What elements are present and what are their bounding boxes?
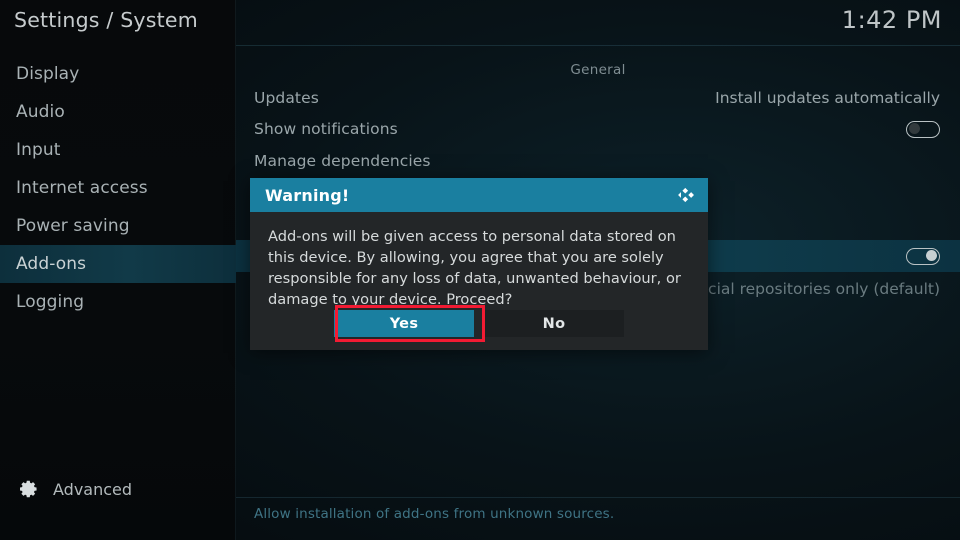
dialog-button-bar: Yes No <box>250 310 708 337</box>
sidebar-item-label: Internet access <box>16 178 148 198</box>
sidebar-category-list: Display Audio Input Internet access Powe… <box>0 55 236 321</box>
sidebar-item-label: Input <box>16 140 61 160</box>
help-divider <box>236 497 960 498</box>
kodi-settings-screen: 1:42 PM Settings / System Display Audio … <box>0 0 960 540</box>
sidebar-item-input[interactable]: Input <box>0 131 236 169</box>
header-divider <box>236 45 960 46</box>
toggle-knob <box>926 250 937 261</box>
setting-row-show-notifications[interactable]: Show notifications <box>236 113 960 145</box>
sidebar-item-add-ons[interactable]: Add-ons <box>0 245 236 283</box>
help-text: Allow installation of add-ons from unkno… <box>254 506 615 522</box>
warning-dialog: Warning! Add-ons will be given access to… <box>250 178 708 350</box>
setting-value: Install updates automatically <box>715 89 940 107</box>
yes-button[interactable]: Yes <box>334 310 474 337</box>
sidebar-item-internet-access[interactable]: Internet access <box>0 169 236 207</box>
no-button[interactable]: No <box>484 310 624 337</box>
sidebar-item-display[interactable]: Display <box>0 55 236 93</box>
sidebar: Settings / System Display Audio Input In… <box>0 0 236 540</box>
dialog-header: Warning! <box>250 178 708 212</box>
show-notifications-toggle[interactable] <box>906 120 940 138</box>
page-title: Settings / System <box>14 8 198 32</box>
setting-row-manage-dependencies[interactable]: Manage dependencies <box>236 145 960 177</box>
gear-icon <box>20 480 37 498</box>
sidebar-item-label: Logging <box>16 292 85 312</box>
setting-label: Updates <box>254 89 319 107</box>
sidebar-item-label: Audio <box>16 102 65 122</box>
setting-label: Manage dependencies <box>254 152 431 170</box>
advanced-label: Advanced <box>53 479 133 499</box>
unknown-sources-toggle[interactable] <box>906 247 940 265</box>
advanced-settings-button[interactable]: Advanced <box>18 478 132 500</box>
setting-label: Show notifications <box>254 120 398 138</box>
sidebar-item-label: Display <box>16 64 80 84</box>
sidebar-item-audio[interactable]: Audio <box>0 93 236 131</box>
sidebar-item-logging[interactable]: Logging <box>0 283 236 321</box>
settings-group-title: General <box>570 62 626 78</box>
toggle-knob <box>909 123 920 134</box>
sidebar-item-label: Power saving <box>16 216 130 236</box>
dialog-message: Add-ons will be given access to personal… <box>268 228 681 308</box>
setting-row-updates[interactable]: Updates Install updates automatically <box>236 82 960 114</box>
setting-value: Official repositories only (default) <box>680 280 940 298</box>
dialog-title: Warning! <box>265 185 350 205</box>
sidebar-item-power-saving[interactable]: Power saving <box>0 207 236 245</box>
clock: 1:42 PM <box>841 6 942 34</box>
kodi-logo-icon <box>678 187 694 203</box>
sidebar-item-label: Add-ons <box>16 254 87 274</box>
